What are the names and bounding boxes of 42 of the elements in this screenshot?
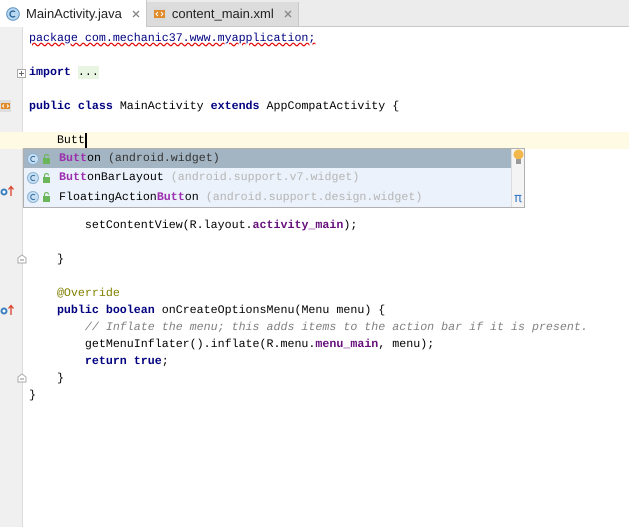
- editor-tab[interactable]: MainActivity.java: [0, 0, 147, 27]
- layout-file-icon[interactable]: [0, 100, 11, 112]
- fold-icon[interactable]: [17, 373, 27, 383]
- code-line: import ...: [29, 65, 99, 81]
- override-icon[interactable]: [0, 304, 14, 316]
- code-line: public class MainActivity extends AppCompatActivity {: [29, 99, 400, 115]
- tab-label: content_main.xml: [172, 5, 275, 24]
- expand-icon[interactable]: [17, 69, 26, 78]
- text-caret: [84, 133, 87, 148]
- layout-file-icon: [152, 7, 166, 21]
- close-icon[interactable]: [284, 10, 292, 18]
- package-name: (android.support.design.widget): [206, 190, 422, 206]
- completion-item[interactable]: ButtonBarLayout (android.support.v7.widget): [24, 168, 511, 188]
- class-icon: [6, 6, 20, 20]
- package-name: (android.support.v7.widget): [170, 170, 360, 186]
- close-icon[interactable]: [132, 10, 140, 18]
- class-lock-icon: [27, 172, 53, 184]
- code-line: }: [56, 371, 64, 387]
- code-line: getMenuInflater().inflate(R.menu.menu_main, menu);: [84, 337, 434, 353]
- code-line: Butt: [56, 133, 85, 149]
- code-line: return true;: [84, 354, 169, 370]
- code-line: }: [29, 388, 36, 404]
- code-line: @Override: [56, 286, 120, 302]
- class-name: Button: [59, 150, 101, 167]
- class-name: FloatingActionButton: [59, 190, 199, 206]
- class-name: ButtonBarLayout: [59, 170, 164, 186]
- pi-button[interactable]: π: [514, 190, 522, 207]
- editor-tab[interactable]: content_main.xml: [146, 2, 299, 26]
- class-lock-icon: [27, 152, 53, 165]
- completion-item[interactable]: FloatingActionButton (android.support.design.widget): [24, 188, 511, 207]
- package-name: (android.widget): [108, 150, 220, 167]
- tab-label: MainActivity.java: [26, 4, 123, 23]
- completion-item[interactable]: Button (android.widget): [24, 149, 511, 168]
- code-line: }: [56, 252, 64, 268]
- override-icon[interactable]: [0, 185, 14, 197]
- code-line: setContentView(R.layout.activity_main);: [84, 218, 358, 234]
- class-lock-icon: [27, 191, 53, 204]
- lightbulb-icon[interactable]: [512, 149, 524, 165]
- code-line: public boolean onCreateOptionsMenu(Menu menu) {: [56, 303, 386, 319]
- code-line: package com.mechanic37.www.myapplication;: [29, 31, 316, 47]
- code-line: // Inflate the menu; this adds items to the action bar if it is present.: [84, 320, 588, 336]
- fold-icon[interactable]: [17, 254, 27, 264]
